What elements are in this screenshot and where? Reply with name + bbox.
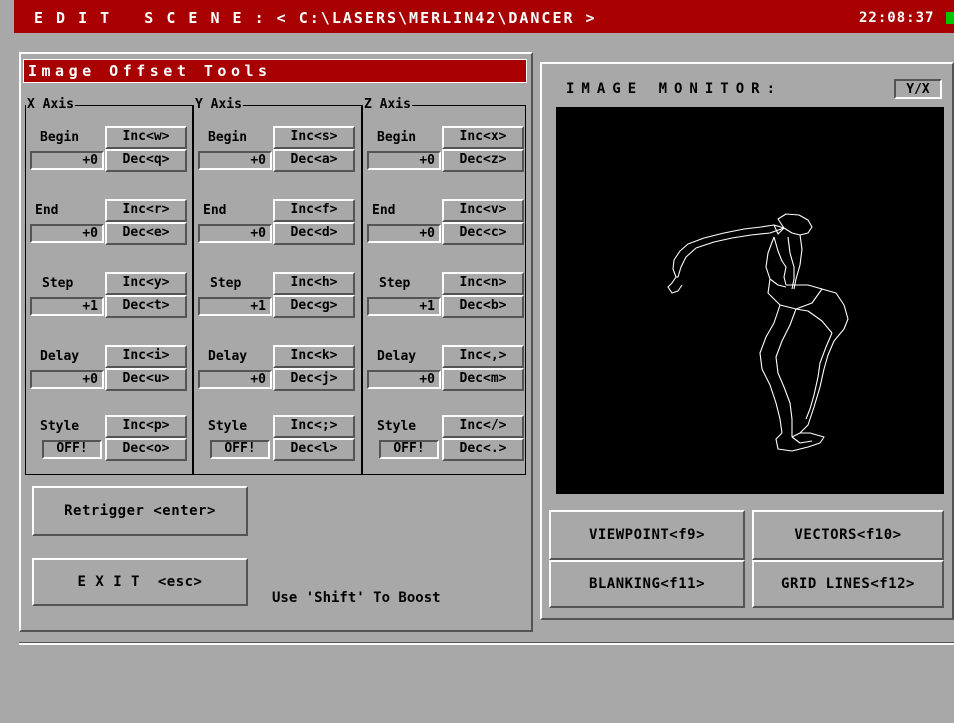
x-begin-label: Begin [40,130,80,145]
y-style-label: Style [208,419,248,434]
x-begin-value: +0 [30,151,104,170]
x-step-value: +1 [30,297,104,316]
y-step-inc-button[interactable]: Inc<h> [273,272,355,295]
z-style-inc-button[interactable]: Inc</> [442,415,524,438]
y-style-inc-button[interactable]: Inc<;> [273,415,355,438]
bottom-divider [19,642,954,645]
x-style-inc-button[interactable]: Inc<p> [105,415,187,438]
x-delay-value: +0 [30,370,104,389]
y-style-toggle[interactable]: OFF! [210,440,270,459]
y-style-dec-button[interactable]: Dec<l> [273,438,355,461]
tools-title: Image Offset Tools [28,62,272,80]
x-style-label: Style [40,419,80,434]
status-marker [946,12,954,24]
z-begin-dec-button[interactable]: Dec<z> [442,149,524,172]
y-begin-value: +0 [198,151,272,170]
y-delay-inc-button[interactable]: Inc<k> [273,345,355,368]
monitor-mode-toggle[interactable]: Y/X [894,79,942,99]
dancer-figure [667,213,849,452]
x-end-inc-button[interactable]: Inc<r> [105,199,187,222]
y-end-value: +0 [198,224,272,243]
z-end-dec-button[interactable]: Dec<c> [442,222,524,245]
image-monitor-screen [556,107,944,494]
x-end-label: End [35,203,59,218]
y-step-value: +1 [198,297,272,316]
z-end-value: +0 [367,224,441,243]
z-axis-label: Z Axis [363,97,412,112]
z-style-toggle[interactable]: OFF! [379,440,439,459]
y-end-dec-button[interactable]: Dec<d> [273,222,355,245]
z-step-inc-button[interactable]: Inc<n> [442,272,524,295]
y-delay-label: Delay [208,349,248,364]
z-end-label: End [372,203,396,218]
vectors-button[interactable]: VECTORS<f10> [752,510,944,560]
blanking-button[interactable]: BLANKING<f11> [549,560,745,608]
y-delay-value: +0 [198,370,272,389]
y-axis-label: Y Axis [194,97,243,112]
clock: 22:08:37 [859,10,935,26]
x-end-dec-button[interactable]: Dec<e> [105,222,187,245]
z-step-value: +1 [367,297,441,316]
boost-hint: Use 'Shift' To Boost [272,590,441,606]
x-delay-label: Delay [40,349,80,364]
z-style-dec-button[interactable]: Dec<.> [442,438,524,461]
window-title: E D I T S C E N E : < C:\LASERS\MERLIN42… [34,9,597,27]
z-step-dec-button[interactable]: Dec<b> [442,295,524,318]
x-step-dec-button[interactable]: Dec<t> [105,295,187,318]
y-begin-label: Begin [208,130,248,145]
title-bar: E D I T S C E N E : < C:\LASERS\MERLIN42… [14,0,954,33]
z-begin-value: +0 [367,151,441,170]
z-delay-dec-button[interactable]: Dec<m> [442,368,524,391]
z-step-label: Step [379,276,411,291]
y-begin-dec-button[interactable]: Dec<a> [273,149,355,172]
x-axis-label: X Axis [26,97,75,112]
y-step-label: Step [210,276,242,291]
z-delay-label: Delay [377,349,417,364]
x-begin-inc-button[interactable]: Inc<w> [105,126,187,149]
x-step-label: Step [42,276,74,291]
grid-lines-button[interactable]: GRID LINES<f12> [752,560,944,608]
y-step-dec-button[interactable]: Dec<g> [273,295,355,318]
z-begin-inc-button[interactable]: Inc<x> [442,126,524,149]
retrigger-button[interactable]: Retrigger <enter> [32,486,248,536]
x-step-inc-button[interactable]: Inc<y> [105,272,187,295]
monitor-title: IMAGE MONITOR: [566,81,783,97]
x-delay-dec-button[interactable]: Dec<u> [105,368,187,391]
tools-header: Image Offset Tools [23,59,527,83]
y-end-inc-button[interactable]: Inc<f> [273,199,355,222]
viewpoint-button[interactable]: VIEWPOINT<f9> [549,510,745,560]
z-end-inc-button[interactable]: Inc<v> [442,199,524,222]
z-delay-inc-button[interactable]: Inc<,> [442,345,524,368]
x-style-dec-button[interactable]: Dec<o> [105,438,187,461]
z-delay-value: +0 [367,370,441,389]
y-end-label: End [203,203,227,218]
x-delay-inc-button[interactable]: Inc<i> [105,345,187,368]
x-style-toggle[interactable]: OFF! [42,440,102,459]
y-delay-dec-button[interactable]: Dec<j> [273,368,355,391]
x-end-value: +0 [30,224,104,243]
x-begin-dec-button[interactable]: Dec<q> [105,149,187,172]
z-style-label: Style [377,419,417,434]
y-begin-inc-button[interactable]: Inc<s> [273,126,355,149]
exit-button[interactable]: E X I T <esc> [32,558,248,606]
z-begin-label: Begin [377,130,417,145]
